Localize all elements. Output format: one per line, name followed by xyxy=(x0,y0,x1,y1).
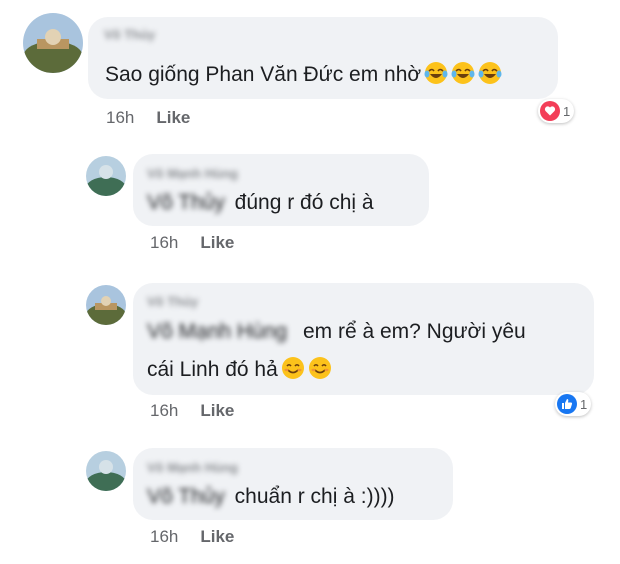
avatar[interactable] xyxy=(86,285,126,325)
tears-of-joy-emoji-icon xyxy=(424,62,448,84)
avatar[interactable] xyxy=(23,13,83,73)
comment-text: Võ Thủy chuẩn r chị à :)))) xyxy=(147,482,395,512)
mention-tag[interactable]: Võ Thủy xyxy=(147,188,225,218)
comment-text-body: chuẩn r chị à :)))) xyxy=(234,485,395,508)
comment-text: cái Linh đó hả xyxy=(147,355,332,385)
comment-bubble: Võ Thủy Võ Mạnh Hùng em rể à em? Người y… xyxy=(133,283,594,395)
comment-bubble: Võ Thủy Sao giống Phan Văn Đức em nhờ xyxy=(88,17,558,99)
comment-timestamp[interactable]: 16h xyxy=(150,233,178,252)
comment-text-line2: cái Linh đó hả xyxy=(147,358,278,381)
smiling-face-emoji-icon xyxy=(281,357,304,379)
like-button[interactable]: Like xyxy=(200,401,234,420)
avatar[interactable] xyxy=(86,451,126,491)
reaction-count: 1 xyxy=(580,396,588,412)
comment-text: Võ Thủy đúng r đó chị à xyxy=(147,188,374,218)
heart-reaction-icon xyxy=(540,101,560,121)
reaction-summary[interactable]: 1 xyxy=(538,99,575,123)
comment-author[interactable]: Võ Mạnh Hùng xyxy=(147,460,238,475)
comment-text: Võ Mạnh Hùng em rể à em? Người yêu xyxy=(147,317,526,347)
comment-meta: 16h Like xyxy=(150,233,234,253)
mention-tag[interactable]: Võ Thủy xyxy=(147,482,225,512)
avatar[interactable] xyxy=(86,156,126,196)
comment-meta: 16h Like xyxy=(150,401,234,421)
comment-text-body: Sao giống Phan Văn Đức em nhờ xyxy=(105,63,422,86)
comment-text-line1: em rể à em? Người yêu xyxy=(302,320,526,343)
reaction-summary[interactable]: 1 xyxy=(555,392,592,416)
comment-bubble: Võ Mạnh Hùng Võ Thủy đúng r đó chị à xyxy=(133,154,429,226)
comment-author[interactable]: Võ Mạnh Hùng xyxy=(147,166,238,181)
like-button[interactable]: Like xyxy=(156,108,190,127)
comment-meta: 16h Like xyxy=(150,527,234,547)
tears-of-joy-emoji-icon xyxy=(451,62,475,84)
comment-timestamp[interactable]: 16h xyxy=(106,108,134,127)
comment-timestamp[interactable]: 16h xyxy=(150,527,178,546)
comment-author[interactable]: Võ Thủy xyxy=(104,27,155,42)
reaction-count: 1 xyxy=(563,103,571,119)
comment-meta: 16h Like xyxy=(106,108,190,128)
like-button[interactable]: Like xyxy=(200,527,234,546)
tears-of-joy-emoji-icon xyxy=(478,62,502,84)
comment-text: Sao giống Phan Văn Đức em nhờ xyxy=(105,60,502,90)
comment-timestamp[interactable]: 16h xyxy=(150,401,178,420)
mention-tag[interactable]: Võ Mạnh Hùng xyxy=(147,317,287,347)
comment-text-body: đúng r đó chị à xyxy=(234,191,374,214)
comment-author[interactable]: Võ Thủy xyxy=(147,294,198,309)
like-button[interactable]: Like xyxy=(200,233,234,252)
thumbs-up-reaction-icon xyxy=(557,394,577,414)
comment-bubble: Võ Mạnh Hùng Võ Thủy chuẩn r chị à :)))) xyxy=(133,448,453,520)
smiling-face-emoji-icon xyxy=(308,357,331,379)
